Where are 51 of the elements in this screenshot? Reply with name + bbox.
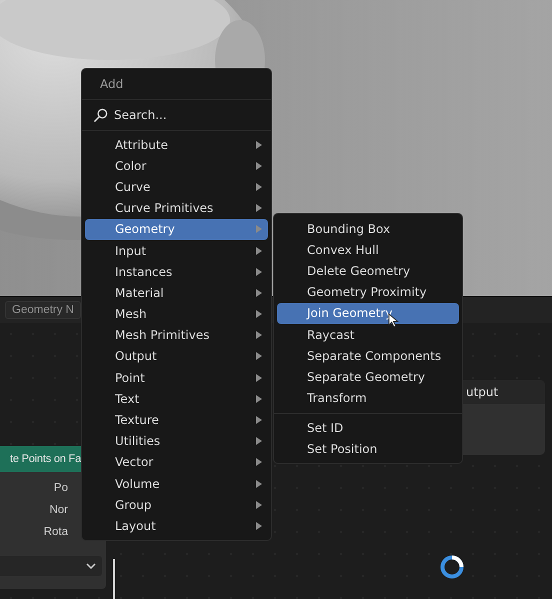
editor-tab[interactable]: Geometry N <box>5 301 81 319</box>
menu-item[interactable]: Mesh <box>85 304 268 325</box>
menu-item[interactable]: Bounding Box <box>277 218 459 240</box>
submenu-arrow-icon <box>256 162 262 170</box>
submenu-arrow-icon <box>256 225 262 234</box>
submenu-arrow-icon <box>256 458 262 466</box>
menu-item[interactable]: Geometry Proximity <box>277 282 459 303</box>
submenu-arrow-icon <box>256 416 262 424</box>
menu-item[interactable]: Curve <box>85 176 268 198</box>
socket-label: Nor <box>49 503 68 518</box>
menu-item[interactable]: Input <box>85 240 268 262</box>
spinner-icon <box>439 554 465 580</box>
menu-item[interactable]: Curve Primitives <box>85 198 268 219</box>
submenu-arrow-icon <box>256 352 262 360</box>
socket-label: Po <box>54 481 68 496</box>
submenu-arrow-icon <box>256 331 262 340</box>
submenu-arrow-icon <box>256 480 262 488</box>
menu-item[interactable]: Separate Components <box>277 345 459 366</box>
menu-item[interactable]: Geometry <box>85 218 268 240</box>
submenu-arrow-icon <box>256 246 262 255</box>
submenu-arrow-icon <box>256 182 262 191</box>
menu-item[interactable]: Attribute <box>85 134 268 156</box>
submenu-arrow-icon <box>256 522 262 530</box>
menu-item[interactable]: Convex Hull <box>277 239 459 260</box>
menu-item[interactable]: Delete Geometry <box>277 260 459 282</box>
menu-item[interactable]: Instances <box>85 261 268 282</box>
submenu-arrow-icon <box>256 310 262 318</box>
submenu-arrow-icon <box>256 394 262 403</box>
submenu-arrow-icon <box>256 268 262 276</box>
search-icon <box>93 108 108 122</box>
submenu-arrow-icon <box>256 288 262 297</box>
node-title: te Points on Fa <box>10 453 81 465</box>
menu-item[interactable]: Texture <box>85 409 268 431</box>
submenu-arrow-icon <box>256 500 262 509</box>
menu-item[interactable]: Mesh Primitives <box>85 324 268 346</box>
submenu-arrow-icon <box>256 204 262 212</box>
menu-title: Add <box>100 77 124 91</box>
submenu-arrow-icon <box>256 140 262 149</box>
chevron-icon <box>86 563 96 569</box>
dropdown[interactable] <box>0 556 102 576</box>
node-title: utput <box>466 385 498 399</box>
menu-item[interactable]: Material <box>85 282 268 304</box>
menu-item[interactable]: Output <box>85 346 268 368</box>
submenu-arrow-icon <box>256 437 262 446</box>
menu-item[interactable]: Color <box>85 155 268 176</box>
socket-label: Rota <box>44 525 68 540</box>
menu-item[interactable]: Point <box>85 367 268 388</box>
menu-item[interactable]: Text <box>85 388 268 410</box>
menu-item[interactable]: Raycast <box>277 324 459 346</box>
search-field[interactable]: Search... <box>86 104 267 126</box>
submenu-arrow-icon <box>256 374 262 382</box>
